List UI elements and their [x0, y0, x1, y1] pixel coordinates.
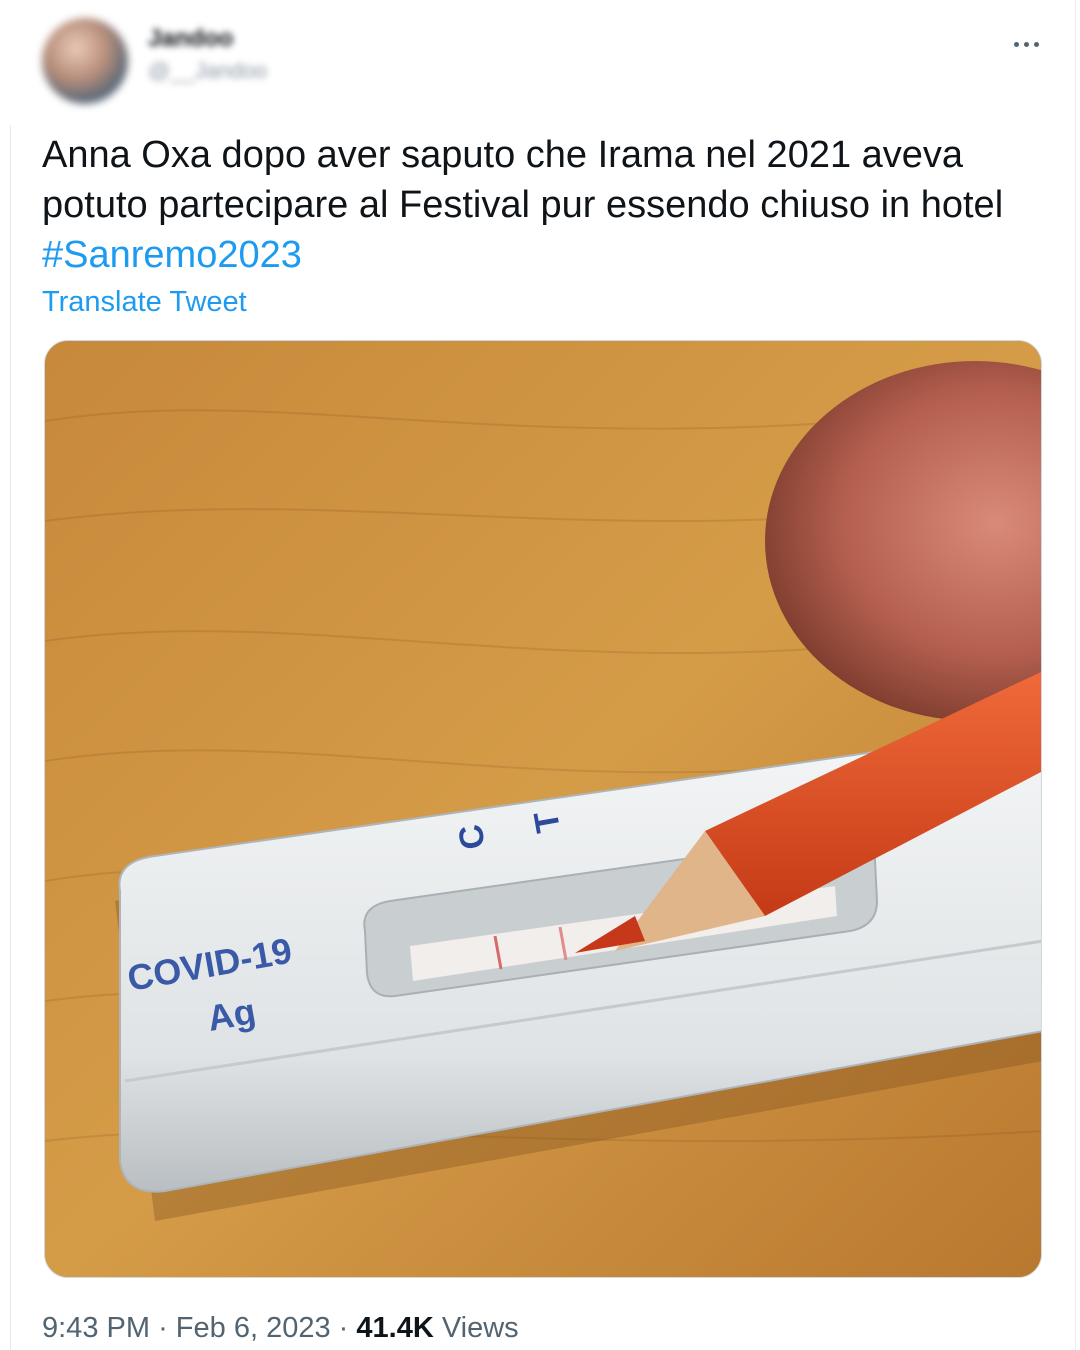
divider: [1075, 0, 1076, 1350]
separator: ·: [338, 1312, 349, 1344]
translate-tweet-link[interactable]: Translate Tweet: [42, 282, 247, 322]
tweet-text: Anna Oxa dopo aver saputo che Irama nel …: [42, 130, 1032, 280]
test-label-line2: Ag: [204, 990, 258, 1039]
separator: ·: [158, 1312, 168, 1344]
divider: [10, 125, 11, 1350]
views-label: Views: [441, 1312, 519, 1344]
tweet-media-image[interactable]: C T COVID-19 Ag: [44, 340, 1042, 1278]
more-horizontal-icon: [1013, 41, 1039, 47]
tweet-time[interactable]: 9:43 PM: [42, 1312, 150, 1344]
tweet-body: Anna Oxa dopo aver saputo che Irama nel …: [42, 134, 1004, 226]
covid-test-photo: C T COVID-19 Ag: [45, 341, 1041, 1277]
tweet-date[interactable]: Feb 6, 2023: [176, 1312, 331, 1344]
author-name[interactable]: Jandoo: [148, 22, 267, 56]
tweet-card: Jandoo @__Jandoo Anna Oxa dopo aver sapu…: [0, 0, 1080, 1350]
tweet-meta: 9:43 PM · Feb 6, 2023 · 41.4K Views: [42, 1307, 519, 1349]
author-block[interactable]: Jandoo @__Jandoo: [148, 22, 267, 86]
more-options-button[interactable]: [1000, 28, 1052, 60]
hashtag-link[interactable]: #Sanremo2023: [42, 234, 302, 276]
views-count: 41.4K: [356, 1312, 434, 1344]
author-handle[interactable]: @__Jandoo: [148, 56, 267, 86]
avatar[interactable]: [42, 18, 128, 104]
